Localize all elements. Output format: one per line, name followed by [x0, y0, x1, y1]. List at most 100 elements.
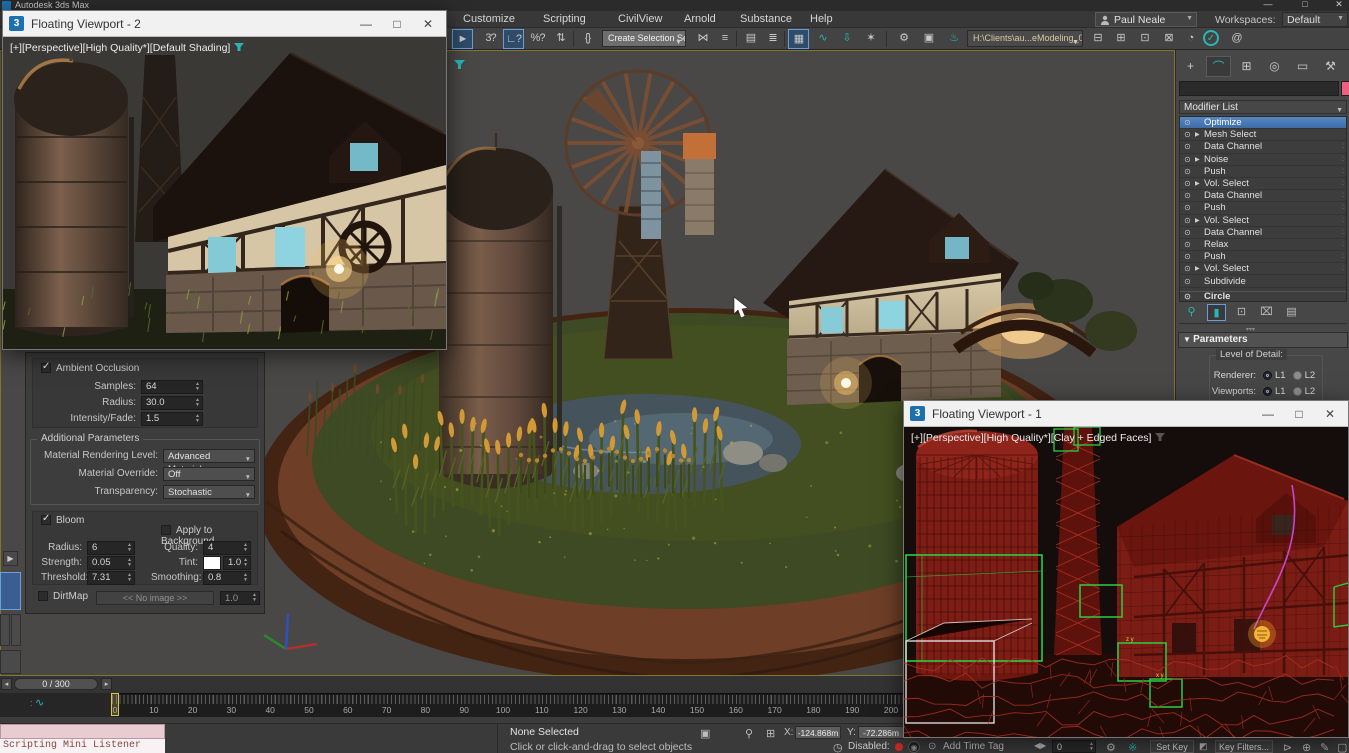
- field-dropdown[interactable]: Stochastic▼: [163, 485, 255, 499]
- dirtmap-checkbox[interactable]: DirtMap: [38, 591, 88, 602]
- scene-explorer-button[interactable]: ▤: [740, 29, 761, 49]
- key-filters-button[interactable]: Key Filters...: [1215, 740, 1273, 753]
- isolate-selection-icon[interactable]: ▣: [700, 727, 710, 740]
- percent-snap-button[interactable]: %?: [527, 29, 548, 49]
- render-setup-button[interactable]: ⚙: [893, 29, 914, 49]
- workspace-dropdown[interactable]: Default ▼: [1282, 12, 1348, 27]
- lightbulb-icon[interactable]: ⊙: [1180, 203, 1195, 212]
- flyout-arrow-button[interactable]: ▶: [3, 551, 18, 566]
- dirtmap-amount-spinner[interactable]: 1.0▲▼: [220, 591, 260, 605]
- menu-substance[interactable]: Substance: [740, 13, 792, 25]
- floating-viewport-2-titlebar[interactable]: 3 Floating Viewport - 2 — □ ✕: [3, 11, 446, 37]
- modifier-vol-select[interactable]: ⊙▶Vol. Select⁚: [1180, 215, 1346, 227]
- menu-civilview[interactable]: CivilView: [618, 13, 662, 25]
- radio-l1-selected[interactable]: [1263, 387, 1272, 396]
- modifier-subdivide[interactable]: ⊙Subdivide: [1180, 275, 1346, 287]
- lightbulb-icon[interactable]: ⊙: [1180, 155, 1195, 164]
- lightbulb-icon[interactable]: ⊙: [1180, 292, 1195, 301]
- tint-color-swatch[interactable]: [203, 556, 221, 570]
- snaps-toggle-button[interactable]: 3?: [480, 29, 501, 49]
- lightbulb-icon[interactable]: ⊙: [1180, 240, 1195, 249]
- field-dropdown[interactable]: Off▼: [163, 467, 255, 481]
- key-mode-icon[interactable]: ◩: [1199, 741, 1208, 752]
- tab-modify[interactable]: ⌒: [1206, 56, 1231, 77]
- show-end-result-button[interactable]: ▮: [1207, 304, 1226, 321]
- pan-icon[interactable]: ⊕: [1302, 741, 1311, 753]
- expand-arrow-icon[interactable]: ▶: [1195, 265, 1204, 272]
- expand-arrow-icon[interactable]: ▶: [1195, 217, 1204, 224]
- maximize-viewport-icon[interactable]: ▢: [1337, 741, 1347, 753]
- radio-l1-selected[interactable]: [1263, 371, 1272, 380]
- import-asset-button[interactable]: ⊡: [1134, 29, 1155, 49]
- menu-arnold[interactable]: Arnold: [684, 13, 716, 25]
- expand-arrow-icon[interactable]: ▶: [1195, 156, 1204, 163]
- window-minimize-button[interactable]: —: [354, 17, 378, 31]
- expand-arrow-icon[interactable]: ▶: [1195, 131, 1204, 138]
- object-name-field[interactable]: [1179, 81, 1339, 96]
- current-frame-spinner[interactable]: 0▲▼: [1052, 740, 1096, 753]
- rendered-frame-window-button[interactable]: ▣: [918, 29, 939, 49]
- spiral-icon[interactable]: @: [1226, 29, 1247, 49]
- open-folder-button[interactable]: ⊞: [1110, 29, 1131, 49]
- lightbulb-icon[interactable]: ⊙: [1180, 264, 1195, 273]
- user-account-menu[interactable]: Paul Neale ▼: [1095, 12, 1197, 27]
- menu-scripting[interactable]: Scripting: [543, 13, 586, 25]
- lightbulb-icon[interactable]: ⊙: [1180, 191, 1195, 200]
- zoom-icon[interactable]: ✎: [1320, 741, 1329, 753]
- viewport-1-shading-label[interactable]: [+][Perspective][High Quality*][Clay + E…: [911, 432, 1151, 444]
- tab-utilities[interactable]: ⚒: [1318, 56, 1343, 77]
- modifier-circle[interactable]: ⊙Circle: [1180, 291, 1346, 302]
- named-selection-sets-button[interactable]: {}: [577, 29, 598, 49]
- selection-set-combo[interactable]: Create Selection Se ▼: [602, 30, 686, 47]
- lightbulb-icon[interactable]: ⊙: [1180, 167, 1195, 176]
- value-spinner[interactable]: 1.5▲▼: [141, 412, 203, 426]
- docked-tool-button[interactable]: [0, 650, 21, 674]
- angle-snap-button[interactable]: ∟?: [503, 29, 524, 49]
- modifier-data-channel[interactable]: ⊙Data Channel⁚: [1180, 190, 1346, 202]
- export-asset-button[interactable]: ⊠: [1158, 29, 1179, 49]
- lightbulb-icon[interactable]: ⊙: [1180, 142, 1195, 151]
- make-unique-button[interactable]: ⊡: [1232, 304, 1251, 321]
- tab-motion[interactable]: ◎: [1262, 56, 1287, 77]
- info-knob-icon[interactable]: ◉: [908, 741, 920, 753]
- value-spinner[interactable]: 0.05▲▼: [87, 556, 135, 570]
- floating-viewport-1-canvas[interactable]: [+][Perspective][High Quality*][Clay + E…: [904, 427, 1348, 737]
- radio-l2[interactable]: [1293, 387, 1302, 396]
- next-frame-button[interactable]: ▸: [101, 678, 112, 690]
- modifier-list-dropdown[interactable]: Modifier List ▼: [1179, 100, 1347, 114]
- field-dropdown[interactable]: Advanced Material▼: [163, 449, 255, 463]
- frame-step-icons[interactable]: ◀▶: [1034, 741, 1046, 750]
- add-time-tag[interactable]: Add Time Tag: [943, 741, 1004, 752]
- remove-modifier-button[interactable]: ⌧: [1257, 304, 1276, 321]
- autobackup-button[interactable]: ◔: [1180, 29, 1201, 49]
- docked-tool-button[interactable]: [11, 614, 21, 646]
- menu-help[interactable]: Help: [810, 13, 833, 25]
- lightbulb-icon[interactable]: ⊙: [1180, 118, 1195, 127]
- absolute-mode-icon[interactable]: ⊞: [766, 727, 775, 740]
- lightbulb-icon[interactable]: ⊙: [1180, 228, 1195, 237]
- docked-tool-button[interactable]: [0, 614, 10, 646]
- radio-l2[interactable]: [1293, 371, 1302, 380]
- modifier-vol-select[interactable]: ⊙▶Vol. Select⁚: [1180, 178, 1346, 190]
- render-production-button[interactable]: ♨: [943, 29, 964, 49]
- spinner-snap-button[interactable]: ⇅: [550, 29, 571, 49]
- selection-lock-icon[interactable]: ⚲: [745, 727, 753, 740]
- tab-display[interactable]: ▭: [1290, 56, 1315, 77]
- window-minimize-button[interactable]: —: [1255, 0, 1281, 10]
- object-color-swatch[interactable]: [1341, 81, 1349, 96]
- civil-view-check-icon[interactable]: ✓: [1203, 30, 1219, 46]
- window-maximize-button[interactable]: □: [1287, 407, 1311, 421]
- align-button[interactable]: ≡: [714, 29, 735, 49]
- pin-stack-button[interactable]: ⚲: [1182, 304, 1201, 321]
- lightbulb-icon[interactable]: ⊙: [1180, 130, 1195, 139]
- modifier-mesh-select[interactable]: ⊙▶Mesh Select: [1180, 129, 1346, 141]
- viewport-2-shading-label[interactable]: [+][Perspective][High Quality*][Default …: [10, 42, 230, 54]
- value-spinner[interactable]: 4▲▼: [203, 541, 251, 555]
- set-key-icon[interactable]: ※: [1128, 741, 1137, 753]
- floating-viewport-2-canvas[interactable]: [+][Perspective][High Quality*][Default …: [3, 37, 446, 349]
- project-folder-combo[interactable]: H:\Clients\au...eModeling_001 ▼: [967, 30, 1083, 47]
- expand-arrow-icon[interactable]: ▶: [1195, 180, 1204, 187]
- value-spinner[interactable]: 30.0▲▼: [141, 396, 203, 410]
- lightbulb-icon[interactable]: ⊙: [1180, 277, 1195, 286]
- ribbon-toggle-button[interactable]: ▦: [788, 29, 809, 49]
